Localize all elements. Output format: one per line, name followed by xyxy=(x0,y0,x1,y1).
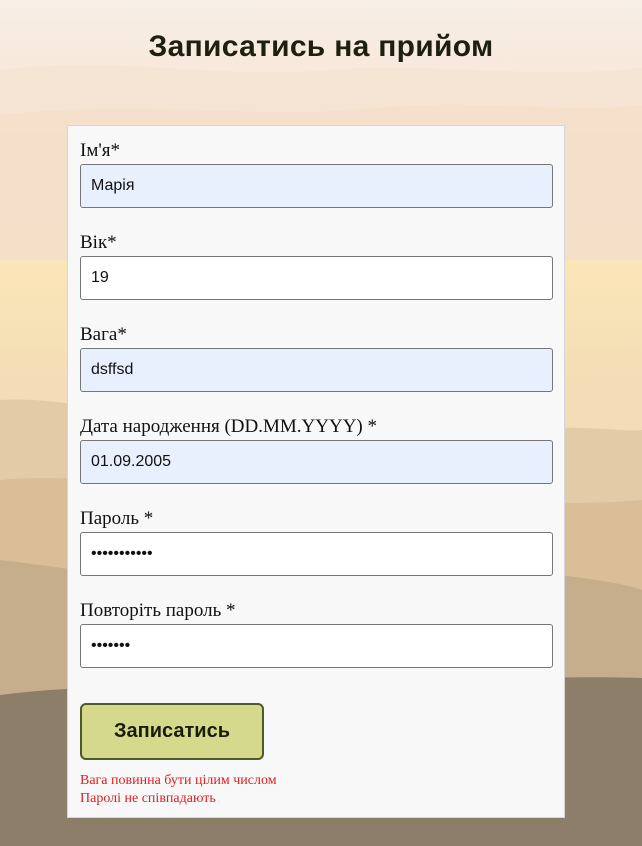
error-messages: Вага повинна бути цілим числом Паролі не… xyxy=(80,772,277,808)
birthdate-field-group: Дата народження (DD.MM.YYYY) * xyxy=(80,416,554,484)
weight-error-message: Вага повинна бути цілим числом xyxy=(80,773,277,788)
password-mismatch-error-message: Паролі не співпадають xyxy=(80,791,216,806)
weight-input[interactable] xyxy=(80,348,553,392)
confirm-password-field-group: Повторіть пароль * xyxy=(80,600,554,668)
age-input[interactable] xyxy=(80,256,553,300)
password-input[interactable] xyxy=(80,532,553,576)
page-title: Записатись на прийом xyxy=(148,30,494,63)
appointment-form: Ім'я* Вік* Вага* Дата народження (DD.MM.… xyxy=(67,125,565,818)
confirm-password-input[interactable] xyxy=(80,624,553,668)
name-field-group: Ім'я* xyxy=(80,140,554,208)
password-label: Пароль * xyxy=(80,508,154,529)
age-field-group: Вік* xyxy=(80,232,554,300)
password-field-group: Пароль * xyxy=(80,508,554,576)
weight-label: Вага* xyxy=(80,324,127,345)
birthdate-input[interactable] xyxy=(80,440,553,484)
submit-button[interactable]: Записатись xyxy=(80,703,264,760)
name-label: Ім'я* xyxy=(80,140,121,161)
name-input[interactable] xyxy=(80,164,553,208)
confirm-password-label: Повторіть пароль * xyxy=(80,600,236,621)
birthdate-label: Дата народження (DD.MM.YYYY) * xyxy=(80,416,377,437)
age-label: Вік* xyxy=(80,232,117,253)
weight-field-group: Вага* xyxy=(80,324,554,392)
